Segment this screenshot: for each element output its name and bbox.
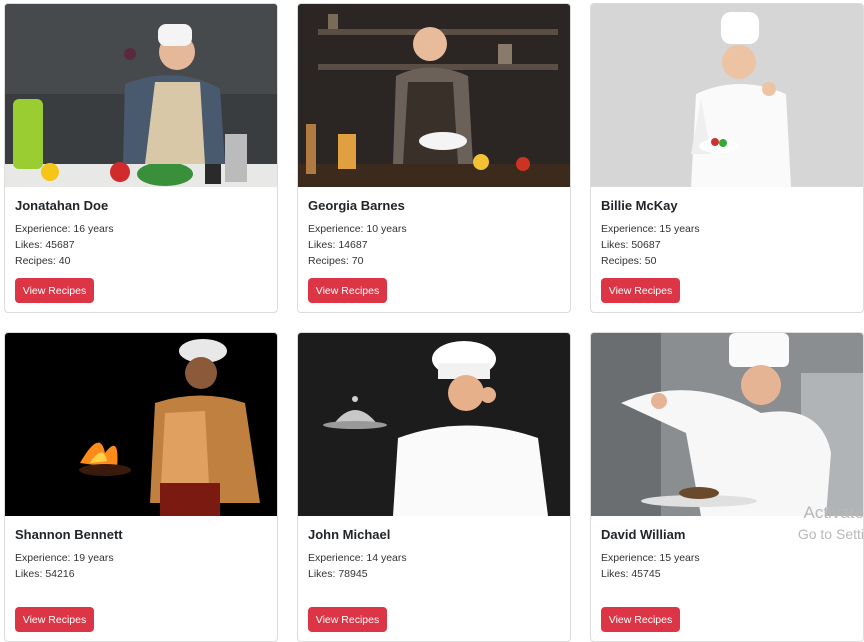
chef-experience: Experience: 14 years <box>308 552 407 564</box>
chef-recipes <box>15 582 269 598</box>
view-recipes-button[interactable]: View Recipes <box>15 278 94 303</box>
chef-card: Billie McKay Experience: 15 years Likes:… <box>590 3 864 313</box>
chef-likes: Likes: 54216 <box>15 568 75 580</box>
chef-photo <box>591 333 863 516</box>
view-recipes-button[interactable]: View Recipes <box>601 607 680 632</box>
chef-card: Jonatahan Doe Experience: 16 years Likes… <box>4 3 278 313</box>
chef-recipes: Recipes: 70 <box>308 255 364 267</box>
chef-experience: Experience: 19 years <box>15 552 114 564</box>
chef-photo <box>5 4 277 187</box>
chef-experience: Experience: 10 years <box>308 223 407 235</box>
chef-name: Shannon Bennett <box>15 527 123 542</box>
chef-likes: Likes: 50687 <box>601 239 661 251</box>
chef-recipes <box>308 582 562 598</box>
chef-experience: Experience: 15 years <box>601 223 700 235</box>
chef-likes: Likes: 45745 <box>601 568 661 580</box>
activation-watermark-subtitle: Go to Setti <box>797 526 864 542</box>
chef-name: Billie McKay <box>601 198 678 213</box>
chef-card: Shannon Bennett Experience: 19 years Lik… <box>4 332 278 642</box>
view-recipes-button[interactable]: View Recipes <box>601 278 680 303</box>
chef-photo <box>591 4 863 187</box>
chef-recipes: Recipes: 40 <box>15 255 71 267</box>
view-recipes-button[interactable]: View Recipes <box>308 607 387 632</box>
chef-card: John Michael Experience: 14 years Likes:… <box>297 332 571 642</box>
chef-photo <box>298 333 570 516</box>
chef-experience: Experience: 16 years <box>15 223 114 235</box>
view-recipes-button[interactable]: View Recipes <box>15 607 94 632</box>
chef-recipes: Recipes: 50 <box>601 255 657 267</box>
chef-name: Georgia Barnes <box>308 198 405 213</box>
chef-photo <box>298 4 570 187</box>
chef-name: Jonatahan Doe <box>15 198 109 213</box>
chef-recipes <box>601 582 855 598</box>
chef-likes: Likes: 78945 <box>308 568 368 580</box>
chef-card: David William Experience: 15 years Likes… <box>590 332 864 642</box>
chef-experience: Experience: 15 years <box>601 552 700 564</box>
chef-photo <box>5 333 277 516</box>
chef-likes: Likes: 45687 <box>15 239 75 251</box>
chef-name: John Michael <box>308 527 391 542</box>
chef-card: Georgia Barnes Experience: 10 years Like… <box>297 3 571 313</box>
chef-likes: Likes: 14687 <box>308 239 368 251</box>
view-recipes-button[interactable]: View Recipes <box>308 278 387 303</box>
activation-watermark-title: Activate <box>803 503 864 522</box>
